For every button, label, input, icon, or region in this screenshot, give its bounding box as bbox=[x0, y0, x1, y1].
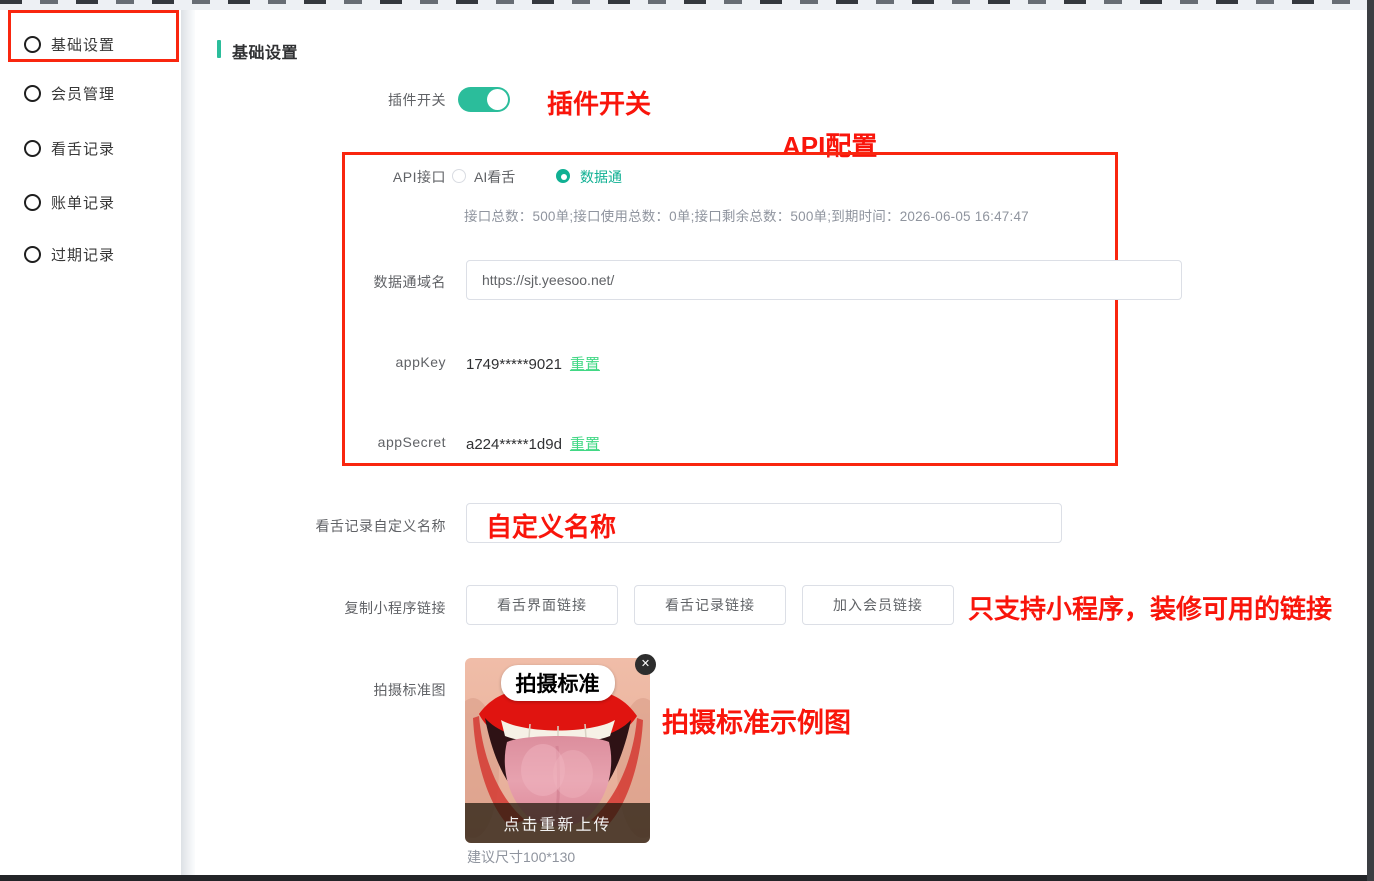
circle-icon bbox=[24, 140, 41, 157]
appkey-row: 1749*****9021 重置 bbox=[466, 353, 600, 374]
sidebar-divider bbox=[181, 10, 195, 875]
toggle-knob bbox=[487, 89, 508, 110]
domain-label: 数据通域名 bbox=[200, 272, 446, 292]
radio-shujutong-label[interactable]: 数据通 bbox=[580, 167, 622, 187]
appsecret-row: a224*****1d9d 重置 bbox=[466, 433, 600, 454]
sidebar-item-member-management[interactable]: 会员管理 bbox=[0, 81, 181, 105]
copy-links-label: 复制小程序链接 bbox=[200, 598, 446, 618]
api-quota-info: 接口总数：500单;接口使用总数：0单;接口剩余总数：500单;到期时间：202… bbox=[464, 205, 1029, 225]
section-accent-bar bbox=[217, 40, 221, 58]
custom-name-label: 看舌记录自定义名称 bbox=[200, 516, 446, 536]
radio-shujutong[interactable] bbox=[556, 169, 570, 183]
annotation-photo-note: 拍摄标准示例图 bbox=[662, 701, 851, 740]
domain-input[interactable] bbox=[466, 260, 1182, 300]
radio-ai-kanshe-label[interactable]: AI看舌 bbox=[474, 167, 515, 187]
circle-icon bbox=[24, 246, 41, 263]
browser-edge-strip bbox=[0, 0, 1374, 10]
radio-ai-kanshe[interactable] bbox=[452, 169, 466, 183]
appsecret-value: a224*****1d9d bbox=[466, 436, 562, 453]
annotation-links-note: 只支持小程序，装修可用的链接 bbox=[968, 589, 1332, 626]
photo-standard-label: 拍摄标准图 bbox=[200, 680, 446, 700]
window-bottom-edge bbox=[0, 875, 1374, 881]
api-interface-label: API接口 bbox=[200, 167, 446, 187]
join-member-link-button[interactable]: 加入会员链接 bbox=[802, 585, 954, 625]
sidebar-item-tongue-records[interactable]: 看舌记录 bbox=[0, 136, 181, 160]
appsecret-label: appSecret bbox=[200, 434, 446, 450]
sidebar-item-label: 账单记录 bbox=[51, 192, 115, 213]
sidebar-item-label: 过期记录 bbox=[51, 244, 115, 265]
sidebar-item-label: 看舌记录 bbox=[51, 138, 115, 159]
circle-icon bbox=[24, 85, 41, 102]
photo-standard-badge: 拍摄标准 bbox=[501, 665, 615, 701]
sidebar-item-label: 会员管理 bbox=[51, 83, 115, 104]
close-icon[interactable]: ✕ bbox=[635, 654, 656, 675]
appkey-label: appKey bbox=[200, 354, 446, 370]
tongue-record-link-button[interactable]: 看舌记录链接 bbox=[634, 585, 786, 625]
sidebar-item-label: 基础设置 bbox=[51, 34, 115, 55]
sidebar-item-bill-records[interactable]: 账单记录 bbox=[0, 190, 181, 214]
sidebar: 基础设置 会员管理 看舌记录 账单记录 过期记录 bbox=[0, 10, 181, 875]
window-right-edge bbox=[1367, 0, 1374, 881]
plugin-switch-toggle[interactable] bbox=[458, 87, 510, 112]
photo-size-hint: 建议尺寸100*130 bbox=[467, 847, 575, 867]
circle-icon bbox=[24, 36, 41, 53]
annotation-custom-name: 自定义名称 bbox=[486, 507, 616, 544]
appkey-reset-link[interactable]: 重置 bbox=[570, 353, 600, 374]
photo-standard-uploader[interactable]: 点击重新上传 拍摄标准 ✕ bbox=[465, 658, 650, 843]
annotation-api-config: API配置 bbox=[782, 126, 877, 163]
sidebar-item-expired-records[interactable]: 过期记录 bbox=[0, 242, 181, 266]
appsecret-reset-link[interactable]: 重置 bbox=[570, 433, 600, 454]
appkey-value: 1749*****9021 bbox=[466, 356, 562, 373]
settings-page: 基础设置 会员管理 看舌记录 账单记录 过期记录 基础设置 插件开关 插件开关 … bbox=[0, 0, 1374, 881]
annotation-toggle: 插件开关 bbox=[547, 84, 651, 121]
plugin-switch-label: 插件开关 bbox=[200, 90, 446, 110]
circle-icon bbox=[24, 194, 41, 211]
sidebar-item-basic-settings[interactable]: 基础设置 bbox=[0, 32, 181, 56]
reupload-overlay[interactable]: 点击重新上传 bbox=[465, 803, 650, 843]
tongue-ui-link-button[interactable]: 看舌界面链接 bbox=[466, 585, 618, 625]
page-title: 基础设置 bbox=[232, 39, 298, 63]
